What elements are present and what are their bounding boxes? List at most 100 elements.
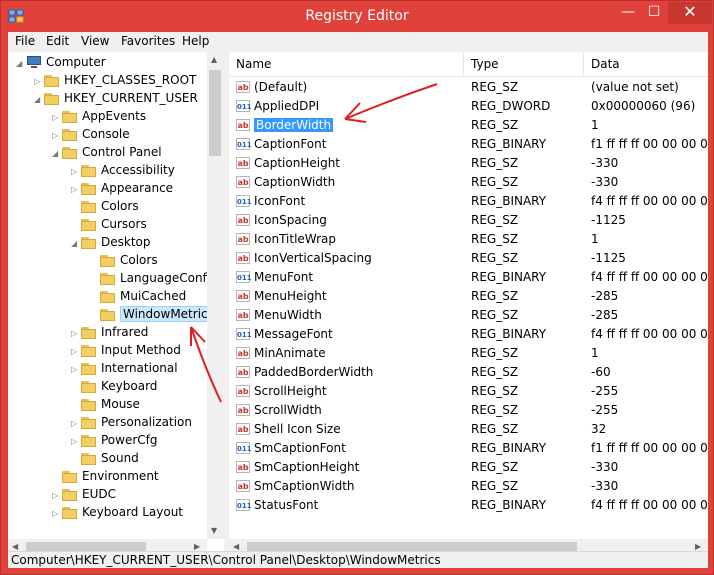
value-row[interactable]: ab IconTitleWrap REG_SZ 1: [229, 230, 708, 249]
tree-vertical-scrollbar[interactable]: ▲ ▼: [207, 52, 224, 539]
scroll-right-icon[interactable]: ▶: [194, 542, 200, 551]
tree-item-label: HKEY_CURRENT_USER: [64, 91, 198, 105]
value-name: IconFont: [254, 194, 306, 208]
tree-item[interactable]: Keyboard: [71, 377, 157, 395]
name-cell: MenuFont: [254, 268, 459, 287]
expanded-chevron-icon[interactable]: ◢: [71, 235, 81, 253]
expanded-chevron-icon[interactable]: ◢: [34, 91, 44, 109]
tree-item[interactable]: ▷ AppEvents: [52, 107, 146, 125]
binary-value-icon: 011: [236, 442, 252, 454]
value-row[interactable]: 011 AppliedDPI REG_DWORD 0x00000060 (96): [229, 97, 708, 116]
tree-item[interactable]: Mouse: [71, 395, 140, 413]
value-data: f4 ff ff ff 00 00 00 00 00: [591, 194, 708, 208]
menu-favorites[interactable]: Favorites: [121, 34, 175, 48]
menu-view[interactable]: View: [81, 34, 109, 48]
tree-item[interactable]: ▷ Console: [52, 125, 130, 143]
tree-item-selected[interactable]: WindowMetrics: [90, 305, 217, 323]
value-name: MessageFont: [254, 327, 333, 341]
name-cell: SmCaptionHeight: [254, 458, 459, 477]
tree-item[interactable]: ▷ PowerCfg: [71, 431, 158, 449]
tree-item[interactable]: ▷ Accessibility: [71, 161, 175, 179]
tree-item[interactable]: ◢ Computer: [16, 53, 106, 71]
value-row-selected[interactable]: ab BorderWidth REG_SZ 1: [229, 116, 708, 135]
tree-scroll-thumb[interactable]: [209, 70, 221, 156]
scroll-up-icon[interactable]: ▲: [211, 55, 217, 64]
values-list[interactable]: Name Type Data ab (Default) REG_SZ (value n…: [229, 52, 708, 556]
minimize-button[interactable]: —: [615, 2, 641, 24]
registry-key-tree[interactable]: ◢ Computer ▷ HKEY_CLASSES_ROOT ◢ HKEY_CURRENT…: [8, 52, 225, 556]
column-header-data[interactable]: Data: [584, 52, 708, 76]
value-row[interactable]: ab PaddedBorderWidth REG_SZ -60: [229, 363, 708, 382]
tree-item[interactable]: ▷ Keyboard Layout: [52, 503, 183, 521]
title-bar[interactable]: Registry Editor — ☐ ✕: [1, 1, 713, 32]
value-row[interactable]: ab MenuHeight REG_SZ -285: [229, 287, 708, 306]
value-name: ScrollHeight: [254, 384, 327, 398]
value-row[interactable]: ab CaptionWidth REG_SZ -330: [229, 173, 708, 192]
tree-item[interactable]: Cursors: [71, 215, 147, 233]
value-row[interactable]: 011 StatusFont REG_BINARY f4 ff ff ff 00 00…: [229, 496, 708, 515]
tree-item[interactable]: ▷ Infrared: [71, 323, 148, 341]
tree-item[interactable]: ◢ Desktop: [71, 233, 151, 251]
menu-edit[interactable]: Edit: [46, 34, 69, 48]
expanded-chevron-icon[interactable]: ◢: [16, 55, 26, 73]
value-row[interactable]: 011 SmCaptionFont REG_BINARY f1 ff ff ff 00…: [229, 439, 708, 458]
value-row[interactable]: ab (Default) REG_SZ (value not set): [229, 78, 708, 97]
tree-item[interactable]: Colors: [71, 197, 139, 215]
column-header-name[interactable]: Name: [229, 52, 464, 76]
close-button[interactable]: ✕: [668, 2, 712, 24]
value-row[interactable]: 011 MenuFont REG_BINARY f4 ff ff ff 00 00 0…: [229, 268, 708, 287]
string-value-icon: ab: [236, 214, 250, 226]
window-title: Registry Editor: [305, 8, 409, 24]
tree-item[interactable]: ▷ Personalization: [71, 413, 192, 431]
value-row[interactable]: 011 MessageFont REG_BINARY f4 ff ff ff 00 0…: [229, 325, 708, 344]
tree-item[interactable]: ▷ Appearance: [71, 179, 173, 197]
scroll-left-icon[interactable]: ◀: [12, 542, 18, 551]
maximize-button[interactable]: ☐: [641, 2, 667, 24]
value-row[interactable]: ab IconSpacing REG_SZ -1125: [229, 211, 708, 230]
value-row[interactable]: ab MenuWidth REG_SZ -285: [229, 306, 708, 325]
expanded-chevron-icon[interactable]: ◢: [52, 145, 62, 163]
value-data: 0x00000060 (96): [591, 99, 696, 113]
value-row[interactable]: ab SmCaptionHeight REG_SZ -330: [229, 458, 708, 477]
tree-item[interactable]: ◢ Control Panel: [52, 143, 162, 161]
column-header-type[interactable]: Type: [464, 52, 584, 76]
menu-file[interactable]: File: [15, 34, 35, 48]
binary-value-icon: 011: [236, 271, 252, 283]
value-row[interactable]: ab ScrollWidth REG_SZ -255: [229, 401, 708, 420]
tree-item[interactable]: ◢ HKEY_CURRENT_USER: [34, 89, 198, 107]
value-row[interactable]: ab CaptionHeight REG_SZ -330: [229, 154, 708, 173]
tree-item[interactable]: Environment: [52, 467, 159, 485]
tree-item[interactable]: LanguageConfig: [90, 269, 218, 287]
tree-item[interactable]: MuiCached: [90, 287, 186, 305]
value-row[interactable]: 011 IconFont REG_BINARY f4 ff ff ff 00 00 0…: [229, 192, 708, 211]
string-value-icon: ab: [236, 290, 250, 302]
value-row[interactable]: ab SmCaptionWidth REG_SZ -330: [229, 477, 708, 496]
tree-item[interactable]: Colors: [90, 251, 158, 269]
folder-icon: [62, 470, 78, 483]
tree-item[interactable]: ▷ HKEY_CLASSES_ROOT: [34, 71, 196, 89]
folder-icon: [81, 380, 97, 393]
menu-help[interactable]: Help: [182, 34, 209, 48]
scroll-down-icon[interactable]: ▼: [211, 526, 217, 535]
binary-value-icon: 011: [236, 100, 252, 112]
string-value-icon: ab: [236, 480, 250, 492]
tree-item-label: Colors: [101, 199, 139, 213]
tree-item-label: Control Panel: [82, 145, 162, 159]
name-cell: IconFont: [254, 192, 459, 211]
value-type: REG_SZ: [471, 403, 519, 417]
tree-item[interactable]: ▷ International: [71, 359, 178, 377]
value-row[interactable]: ab Shell Icon Size REG_SZ 32: [229, 420, 708, 439]
tree-item[interactable]: ▷ EUDC: [52, 485, 116, 503]
value-row[interactable]: ab ScrollHeight REG_SZ -255: [229, 382, 708, 401]
scroll-left-icon[interactable]: ◀: [233, 542, 239, 551]
scroll-right-icon[interactable]: ▶: [695, 542, 701, 551]
collapsed-chevron-icon[interactable]: ▷: [52, 505, 62, 523]
value-data: 1: [591, 232, 599, 246]
value-row[interactable]: 011 CaptionFont REG_BINARY f1 ff ff ff 00 0…: [229, 135, 708, 154]
value-name: CaptionFont: [254, 137, 327, 151]
tree-item[interactable]: ▷ Input Method: [71, 341, 181, 359]
value-row[interactable]: ab IconVerticalSpacing REG_SZ -1125: [229, 249, 708, 268]
name-cell: (Default): [254, 78, 459, 97]
value-row[interactable]: ab MinAnimate REG_SZ 1: [229, 344, 708, 363]
tree-item[interactable]: Sound: [71, 449, 139, 467]
